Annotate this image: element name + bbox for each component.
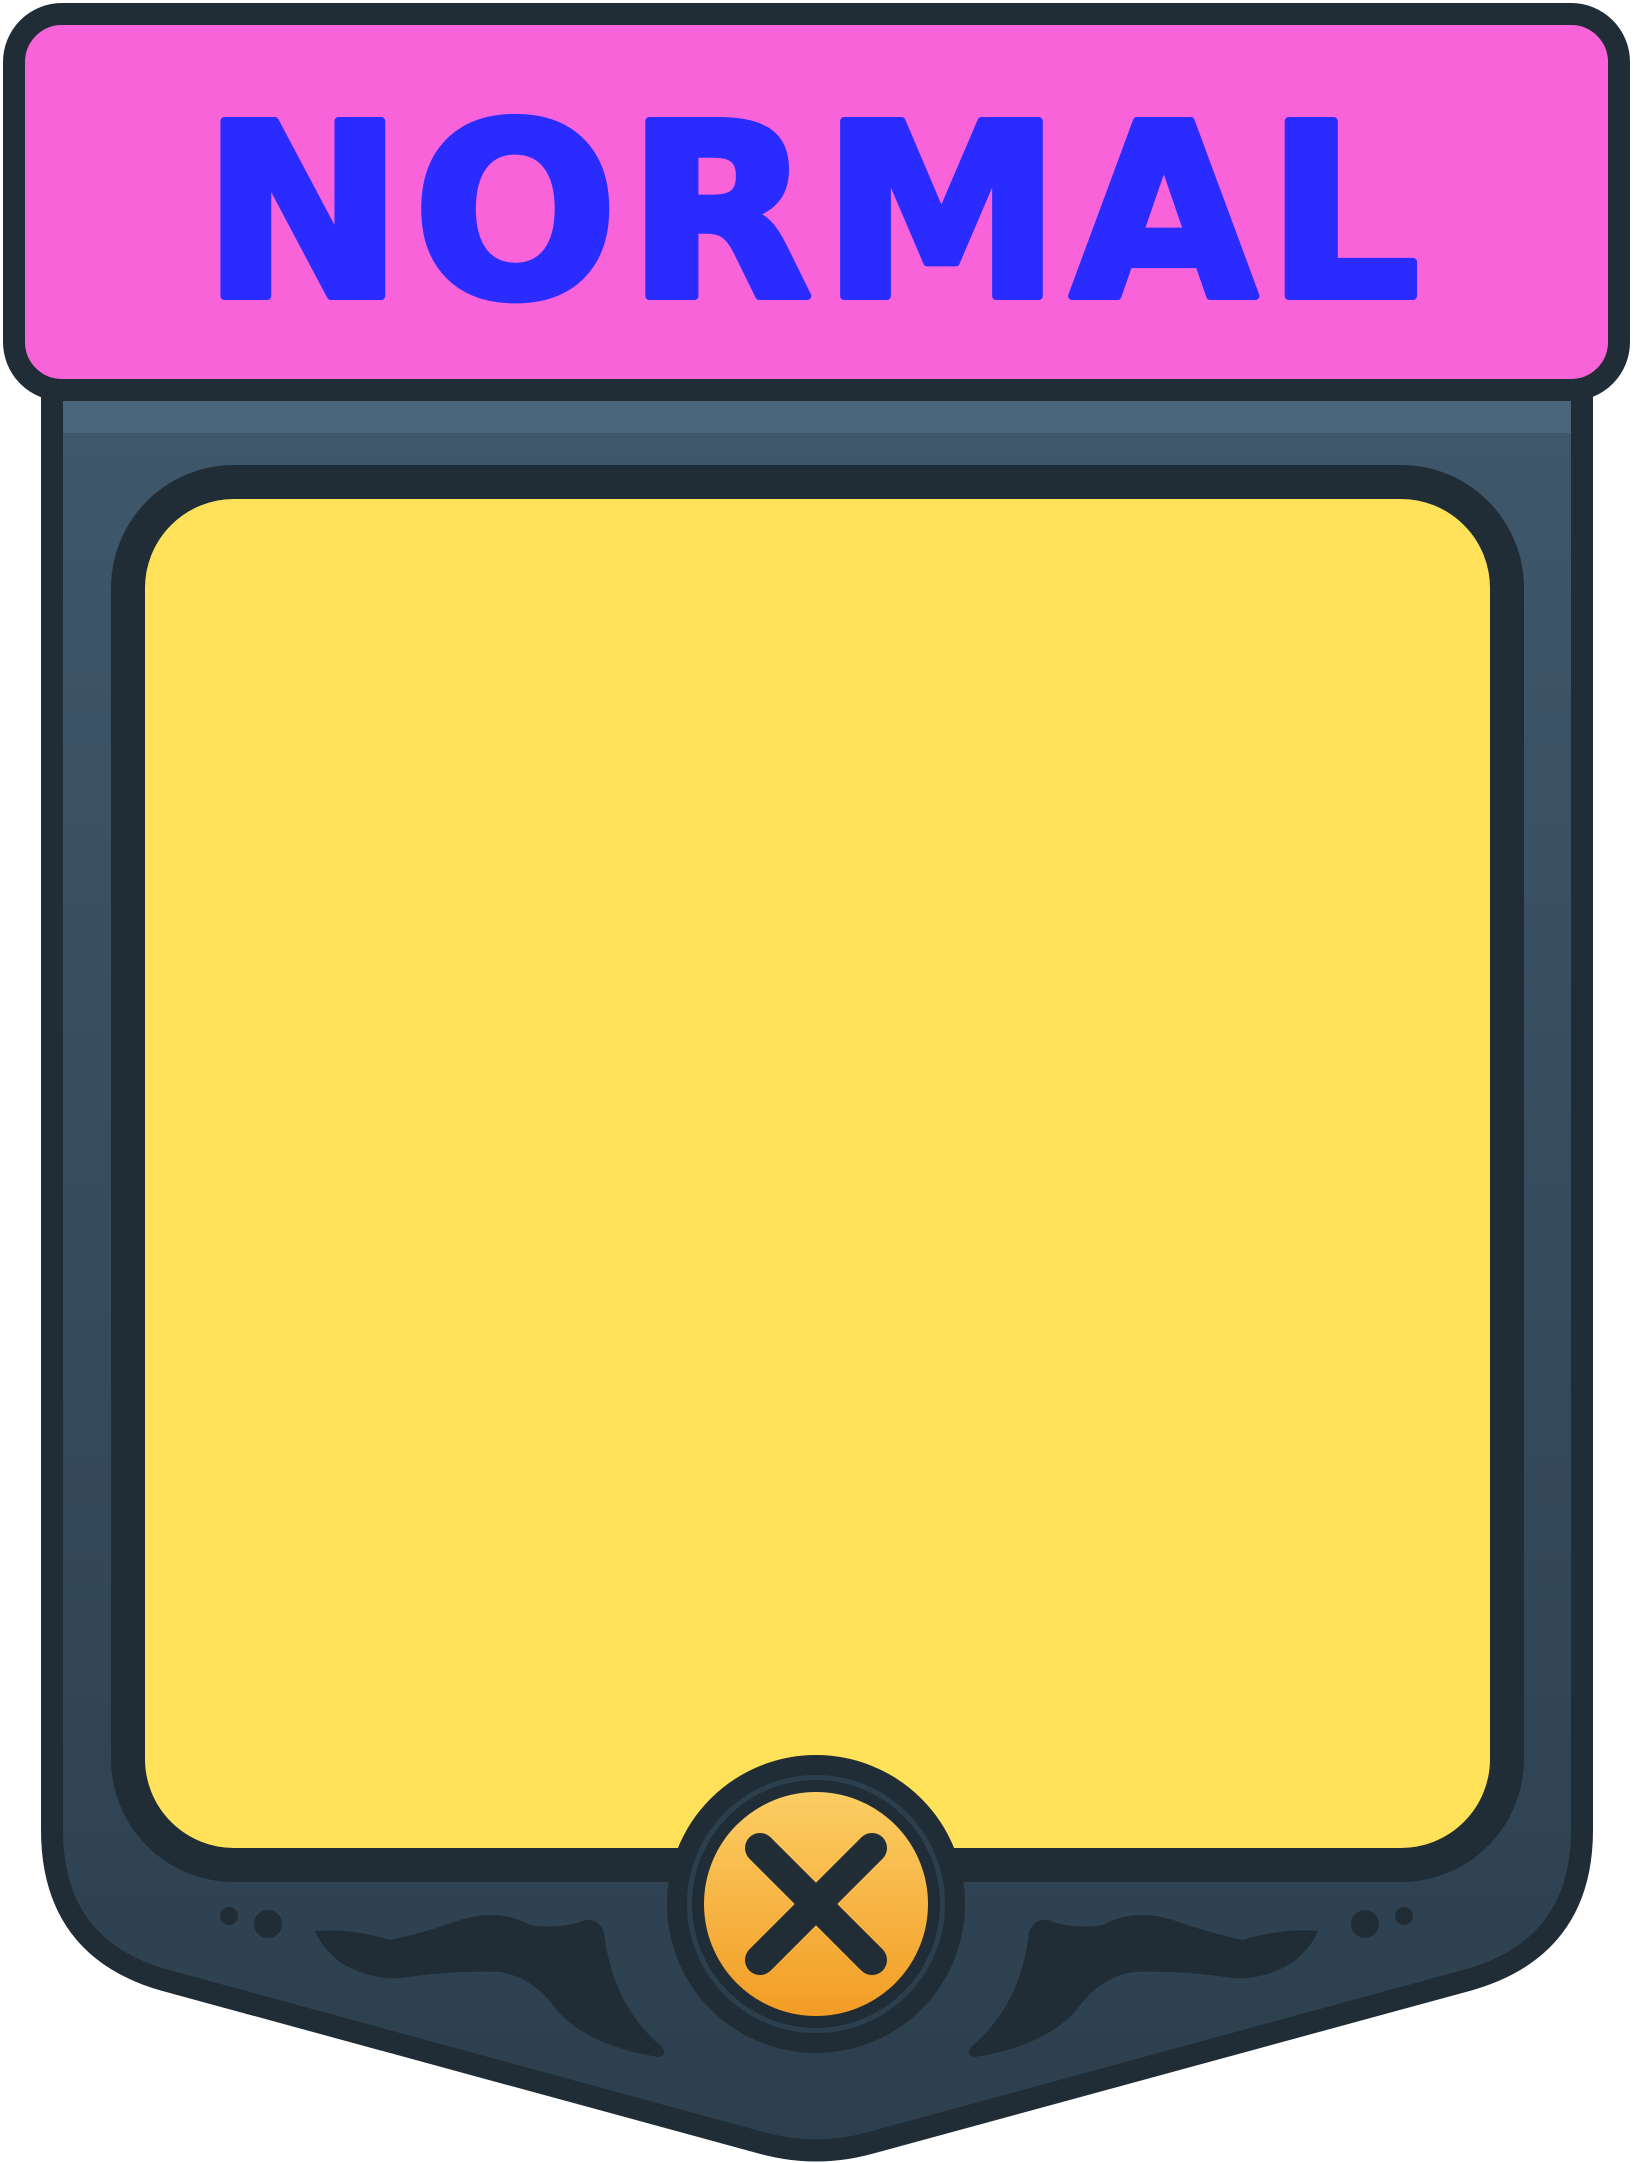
content-area [111, 465, 1524, 1882]
game-panel: NORMAL [3, 3, 1630, 2162]
panel-title: NORMAL [202, 73, 1429, 353]
close-button[interactable] [667, 1755, 965, 2053]
